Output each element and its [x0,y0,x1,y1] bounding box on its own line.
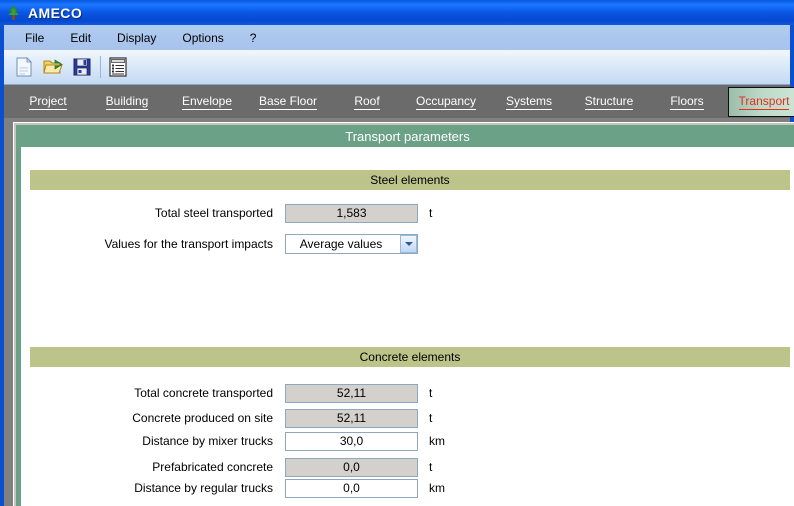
row-concrete-produced-on-site: Concrete produced on site t [30,408,432,428]
combo-selected-value: Average values [299,237,383,251]
open-button[interactable] [40,55,65,80]
menu-help[interactable]: ? [242,29,265,47]
tab-label: Project [29,94,67,110]
save-button[interactable] [69,55,94,80]
tab-label: Floors [670,94,704,110]
tab-project[interactable]: Project [11,89,85,115]
total-concrete-transported-input[interactable] [285,383,418,403]
field-label: Distance by mixer trucks [142,434,273,448]
tab-label: Base Floor [258,94,318,110]
menu-bar: File Edit Display Options ? [4,25,790,50]
menu-edit[interactable]: Edit [62,29,99,47]
row-transport-impacts-values: Values for the transport impacts Average… [30,234,418,254]
section-header-steel: Steel elements [30,170,790,190]
row-distance-by-mixer-trucks: Distance by mixer trucks km [30,431,445,451]
menu-options[interactable]: Options [174,29,231,47]
concrete-produced-on-site-input[interactable] [285,408,418,428]
tab-occupancy[interactable]: Occupancy [404,89,488,115]
new-document-icon [16,57,32,77]
page-title: Transport parameters [21,125,794,147]
window-title: AMECO [28,4,83,21]
field-label: Total concrete transported [134,386,273,400]
tab-building[interactable]: Building [89,89,165,115]
total-steel-transported-input[interactable] [285,203,418,223]
tab-systems[interactable]: Systems [493,89,565,115]
unit-label: km [429,481,445,495]
tab-structure[interactable]: Structure [571,89,647,115]
panel-body: Transport parameters Steel elements Tota… [16,125,794,506]
unit-label: t [429,386,433,400]
title-bar: AMECO [0,0,794,25]
field-label: Total steel transported [154,206,273,220]
tree-icon [5,4,22,21]
unit-label: km [429,434,445,448]
tab-strip: Project Building Envelope Base Floor Roo… [4,85,794,118]
open-folder-icon [42,59,63,74]
tab-transport[interactable]: Transport [728,87,794,117]
row-prefabricated-concrete: Prefabricated concrete t [30,457,432,477]
distance-by-mixer-trucks-input[interactable] [285,431,418,451]
field-label: Prefabricated concrete [152,460,273,474]
unit-label: t [429,460,433,474]
distance-by-regular-trucks-input[interactable] [285,478,418,498]
field-label: Concrete produced on site [132,411,273,425]
tab-floors[interactable]: Floors [656,89,718,115]
row-distance-by-regular-trucks: Distance by regular trucks km [30,478,445,498]
tab-label: Systems [505,94,552,110]
row-total-concrete-transported: Total concrete transported t [30,383,432,403]
application-window: AMECO File Edit Display Options ? Projec… [0,0,794,506]
chevron-down-icon[interactable] [400,235,417,253]
menu-file[interactable]: File [17,29,52,47]
report-list-icon [108,57,127,77]
tab-label: Transport [738,94,790,110]
tab-label: Envelope [181,94,233,110]
content-panel: Transport parameters Steel elements Tota… [13,122,794,506]
save-floppy-icon [73,58,90,76]
row-total-steel-transported: Total steel transported t [30,203,432,223]
unit-label: t [429,206,433,220]
menu-display[interactable]: Display [109,29,164,47]
tab-label: Structure [584,94,634,110]
tab-label: Building [105,94,149,110]
field-label: Distance by regular trucks [134,481,273,495]
section-header-concrete: Concrete elements [30,347,790,367]
tab-roof[interactable]: Roof [336,89,398,115]
report-button[interactable] [105,55,130,80]
tab-base-floor[interactable]: Base Floor [246,89,330,115]
toolbar-separator [100,56,101,78]
new-button[interactable] [11,55,36,80]
field-label: Values for the transport impacts [104,237,273,251]
unit-label: t [429,411,433,425]
tab-label: Roof [354,94,380,110]
prefabricated-concrete-input[interactable] [285,457,418,477]
toolbar [4,50,790,85]
tab-label: Occupancy [415,94,477,110]
transport-impacts-values-select[interactable]: Average values [285,234,418,254]
tab-envelope[interactable]: Envelope [169,89,245,115]
